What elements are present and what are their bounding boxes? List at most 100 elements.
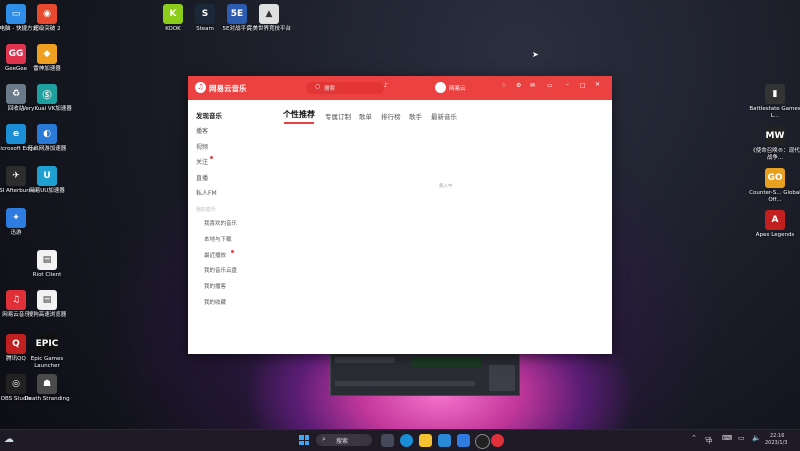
taskbar-store-icon[interactable] <box>438 434 451 447</box>
recent-badge-dot <box>231 250 234 253</box>
sidebar-item-4[interactable]: 私人FM <box>196 188 217 197</box>
sidebar-subitem-1[interactable]: 本地与下载 <box>204 235 232 243</box>
microphone-icon[interactable]: ♪ <box>384 82 388 89</box>
tab-0[interactable]: 个性推荐 <box>283 109 315 120</box>
tab-5[interactable]: 最新音乐 <box>431 111 457 121</box>
search-icon: ○ <box>315 83 321 90</box>
tray-keyboard-icon[interactable]: ⌨ <box>722 434 732 442</box>
icon-kaiyan-label: 开启网游加速器 <box>27 146 67 152</box>
taskbar-widgets-icon[interactable] <box>381 434 394 447</box>
icon-feishu-icon: ✦ <box>6 208 26 228</box>
clock-time[interactable]: 22:16 <box>770 433 784 439</box>
icon-riot-label: Riot Client <box>32 272 62 278</box>
tray-volume-icon[interactable]: 🔈 <box>752 434 761 442</box>
weather-icon[interactable]: ☁ <box>4 434 14 445</box>
taskbar-obs-icon[interactable] <box>475 434 490 449</box>
icon-apex[interactable]: A Apex Legends <box>748 210 800 239</box>
icon-kaiyan[interactable]: ◐ 开启网游加速器 <box>20 124 74 153</box>
icon-mw[interactable]: MW 《使命召唤®：现代战争... <box>748 126 800 161</box>
obs-toolbar <box>335 381 475 386</box>
icon-epic-label: Epic Games Launcher <box>30 356 64 369</box>
icon-uu-icon: U <box>37 166 57 186</box>
icon-battlestate-icon: ▮ <box>765 84 785 104</box>
icon-verykuai[interactable]: Ⓢ VeryKuai VK加速器 <box>20 84 74 113</box>
tab-3[interactable]: 排行榜 <box>381 111 401 121</box>
icon-uu-label: 网易UU加速器 <box>29 188 65 194</box>
taskbar-search-label: 搜索 <box>336 438 349 445</box>
sidebar-subitem-4[interactable]: 我的播客 <box>204 282 226 290</box>
avatar[interactable] <box>435 82 446 93</box>
sidebar-item-0[interactable]: 播客 <box>196 126 208 135</box>
mini-mode-icon[interactable]: ▭ <box>547 82 553 89</box>
tab-2[interactable]: 歌单 <box>359 111 372 121</box>
icon-csgo-icon: GO <box>765 168 785 188</box>
icon-battlestate[interactable]: ▮ Battlestate Games L... <box>748 84 800 119</box>
icon-overwatch[interactable]: ◉ 超级突破 2 <box>20 4 74 33</box>
icon-leishen-label: 雷神加速器 <box>33 66 61 72</box>
taskbar-search[interactable]: ⌕ 搜索 <box>316 434 372 446</box>
icon-wanmei[interactable]: ▲ 完美世界竞技平台 <box>242 4 296 33</box>
icon-death-icon: ☗ <box>37 374 57 394</box>
start-button[interactable] <box>299 435 309 445</box>
tab-active-underline <box>284 122 314 124</box>
username[interactable]: 网易云 <box>449 84 466 92</box>
icon-uu[interactable]: U 网易UU加速器 <box>20 166 74 195</box>
icon-battlestate-label: Battlestate Games L... <box>749 106 800 119</box>
taskbar-feishu-icon[interactable] <box>457 434 470 447</box>
icon-wanmei-label: 完美世界竞技平台 <box>246 26 291 32</box>
icon-sougou-icon: ▤ <box>37 290 57 310</box>
icon-apex-label: Apex Legends <box>755 232 795 238</box>
icon-riot[interactable]: ▤ Riot Client <box>20 250 74 279</box>
icon-csgo[interactable]: GO Counter-S... Global Off... <box>748 168 800 203</box>
sidebar-item-3[interactable]: 直播 <box>196 173 208 182</box>
icon-sougou[interactable]: ▤ 搜狗高速浏览器 <box>20 290 74 319</box>
icon-death[interactable]: ☗ Death Stranding <box>20 374 74 403</box>
search-input[interactable]: ○ 搜索 <box>306 82 384 94</box>
maximize-icon[interactable]: □ <box>580 82 586 89</box>
sidebar-subitem-0[interactable]: 我喜欢的音乐 <box>204 219 237 227</box>
skin-icon[interactable]: ♢ <box>501 82 506 89</box>
icon-death-label: Death Stranding <box>24 396 70 402</box>
obs-audio-meter <box>411 357 481 367</box>
sidebar-subitem-5[interactable]: 我的收藏 <box>204 298 226 306</box>
icon-leishen-icon: ◆ <box>37 44 57 64</box>
icon-kaiyan-icon: ◐ <box>37 124 57 144</box>
sidebar-subitem-3[interactable]: 我的音乐云盘 <box>204 266 237 274</box>
icon-riot-icon: ▤ <box>37 250 57 270</box>
clock-date[interactable]: 2023/1/3 <box>765 440 787 446</box>
icon-mw-label: 《使命召唤®：现代战争... <box>750 148 800 161</box>
icon-sougou-label: 搜狗高速浏览器 <box>27 312 67 318</box>
sidebar-item-discover[interactable]: 发现音乐 <box>196 110 222 120</box>
icon-verykuai-label: VeryKuai VK加速器 <box>22 106 72 112</box>
sidebar-subitem-2[interactable]: 最近播放 <box>204 251 226 259</box>
tray-chevron-icon[interactable]: ⌃ <box>691 434 697 442</box>
tab-4[interactable]: 歌手 <box>409 111 422 121</box>
icon-mw-icon: MW <box>765 126 785 146</box>
tray-display-icon[interactable]: ▭ <box>738 434 745 442</box>
icon-feishu[interactable]: ✦ 迅游 <box>0 208 43 237</box>
ime-indicator[interactable]: 中 <box>706 435 713 445</box>
taskbar-explorer-icon[interactable] <box>419 434 432 447</box>
sidebar-item-1[interactable]: 视频 <box>196 142 208 151</box>
sidebar-item-2[interactable]: 关注 <box>196 157 208 166</box>
obs-controls <box>489 365 515 391</box>
netease-logo-icon[interactable]: ♫ <box>195 82 206 93</box>
search-placeholder: 搜索 <box>324 86 336 92</box>
tab-1[interactable]: 专属订制 <box>325 111 351 121</box>
netease-music-window[interactable]: ♫ 网易云音乐 ○ 搜索 ♪ 网易云 ♢ ⚙ ✉ ▭ – □ ✕ 发现音乐 我的… <box>188 76 612 354</box>
taskbar-search-icon: ⌕ <box>322 435 326 443</box>
taskbar-edge-icon[interactable] <box>400 434 413 447</box>
close-icon[interactable]: ✕ <box>595 81 600 88</box>
app-logo-text: 网易云音乐 <box>209 84 247 93</box>
obs-window-preview[interactable] <box>330 352 520 396</box>
mail-icon[interactable]: ✉ <box>530 82 535 89</box>
icon-overwatch-icon: ◉ <box>37 4 57 24</box>
taskbar-cloudmusic-icon[interactable] <box>491 434 504 447</box>
icon-wanmei-icon: ▲ <box>259 4 279 24</box>
icon-overwatch-label: 超级突破 2 <box>33 26 61 32</box>
minimize-icon[interactable]: – <box>566 81 569 88</box>
icon-leishen[interactable]: ◆ 雷神加速器 <box>20 44 74 73</box>
icon-epic[interactable]: EPIC Epic Games Launcher <box>20 334 74 369</box>
follow-badge-dot <box>210 156 213 159</box>
settings-gear-icon[interactable]: ⚙ <box>516 82 521 89</box>
